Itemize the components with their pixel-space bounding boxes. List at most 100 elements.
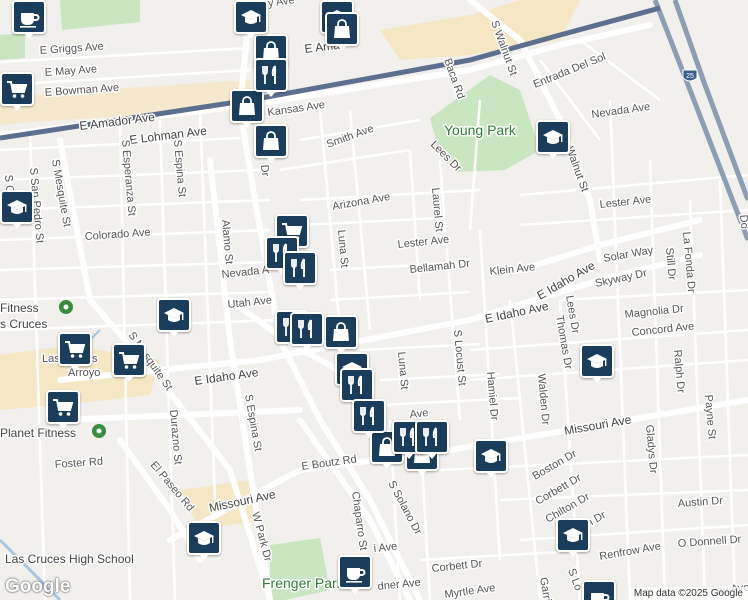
school-marker[interactable] [157, 298, 191, 337]
shopping-bag-icon [334, 19, 350, 38]
fork-knife-icon [262, 65, 276, 84]
shopping-marker[interactable] [254, 124, 288, 163]
street-label-luna-n: Luna St [335, 229, 350, 268]
interstate-shield: 25 [682, 69, 698, 82]
street-label-gladys: Gladys Dr [643, 424, 659, 474]
grocery-marker[interactable] [46, 390, 80, 429]
restaurant-marker[interactable] [352, 399, 386, 438]
street-label-s-walnut-n: S Walnut St [488, 19, 519, 77]
street-label-foster: Foster Rd [54, 456, 103, 471]
street-label-el-paseo: El Paseo Rd [148, 459, 197, 514]
street-label-payne: Payne St [702, 394, 718, 440]
street-label-la-fonda: La Fonda Dr [680, 231, 697, 293]
shopping-cart-icon [119, 352, 140, 369]
street-label-concord: Concord Ave [631, 320, 695, 338]
cafe-marker[interactable] [338, 555, 372, 594]
fitness-poi-icon[interactable] [59, 300, 73, 314]
street-label-s-mesquite: S Mesquite St [49, 158, 73, 228]
coffee-cup-icon [591, 593, 610, 600]
graduation-cap-icon [543, 130, 563, 144]
grocery-marker[interactable] [0, 72, 34, 111]
street-label-lester-e: Lester Ave [599, 194, 652, 211]
street-label-arizona: Arizona Ave [331, 191, 391, 213]
graduation-cap-icon [563, 528, 583, 542]
street-label-walden: Walden Dr [535, 373, 551, 426]
street-label-missouri-w: Missouri Ave [208, 487, 278, 515]
street-label-s-espina-n: S Espina St [171, 139, 188, 197]
street-label-colorado: Colorado Ave [84, 226, 151, 243]
street-label-e-bowman: E Bowman Ave [44, 82, 119, 99]
street-label-e-idaho-w: E Idaho Ave [193, 365, 259, 388]
street-label-nevada-w: Nevada A [221, 264, 270, 281]
map-attribution[interactable]: Map data ©2025 Google [628, 587, 748, 600]
map-canvas[interactable]: E Griggs Ave E May Ave E Bowman Ave E Am… [0, 0, 748, 600]
street-label-lees-n: Lees Dr [428, 139, 464, 175]
street-label-luna-s: Luna St [395, 351, 410, 390]
street-label-kansas: Kansas Ave [267, 99, 326, 119]
street-label-renfrow: Renfrow Ave [598, 540, 661, 563]
school-marker[interactable] [187, 521, 221, 560]
graduation-cap-icon [241, 10, 261, 24]
street-label-dr-a: Dr [258, 164, 271, 177]
shopping-marker[interactable] [324, 315, 358, 354]
street-label-ave-small: Ave [409, 407, 429, 421]
street-label-s-espina-s: S Espina St [242, 393, 264, 452]
fork-knife-icon [298, 319, 312, 338]
shopping-marker[interactable] [325, 12, 359, 51]
street-label-laurel: Laurel St [429, 187, 445, 232]
graduation-cap-icon [7, 200, 27, 214]
young-park-label: Young Park [444, 122, 517, 138]
fork-knife-icon [423, 427, 437, 446]
street-label-i-ave: i Ave [373, 541, 398, 555]
street-label-still: Still Dr [663, 247, 678, 281]
school-marker[interactable] [0, 190, 34, 229]
fitness-poi-icon[interactable] [92, 424, 106, 438]
street-label-missouri-e: Missouri Ave [563, 412, 633, 438]
street-label-chaparro: Chaparro St [349, 491, 369, 551]
fork-knife-icon [291, 258, 305, 277]
street-label-skyway: Skyway Dr [594, 267, 648, 290]
restaurant-marker[interactable] [283, 251, 317, 290]
svg-text:25: 25 [686, 73, 694, 80]
school-marker[interactable] [556, 518, 590, 557]
grocery-marker[interactable] [58, 332, 92, 371]
fork-knife-icon [360, 406, 374, 425]
street-label-utah: Utah Ave [227, 294, 272, 311]
street-label-garris: Garris [537, 576, 554, 600]
planet-fitness-top-label-2: s Cruces [0, 317, 47, 331]
street-label-corbett-s: Corbett Dr [431, 558, 483, 575]
street-label-lester-w: Lester Ave [397, 234, 450, 251]
google-logo[interactable]: Google [5, 576, 70, 598]
shopping-bag-icon [263, 131, 279, 150]
street-label-solar-way: Solar Way [602, 244, 654, 265]
school-marker[interactable] [234, 0, 268, 39]
street-label-e-amador: E Amador Ave [79, 110, 156, 133]
street-label-e-lohman: E Lohman Ave [129, 124, 208, 147]
restaurant-marker[interactable] [290, 312, 324, 351]
shopping-cart-icon [53, 399, 74, 416]
shopping-bag-icon [333, 322, 349, 341]
shopping-marker[interactable] [230, 89, 264, 128]
cafe-marker[interactable] [12, 0, 46, 39]
grocery-marker[interactable] [112, 343, 146, 382]
street-label-idner: dner Ave [377, 577, 421, 593]
cafe-marker[interactable] [582, 580, 616, 600]
street-label-w-park: W Park Dr [249, 511, 274, 563]
graduation-cap-icon [164, 308, 184, 322]
street-label-smith: Smith Ave [325, 123, 375, 151]
street-label-s-esperanza: S Esperanza St [119, 139, 138, 216]
street-label-baca: Baca Rd [441, 57, 467, 101]
restaurant-marker[interactable] [254, 58, 288, 97]
school-marker[interactable] [580, 344, 614, 383]
street-label-alamo: Alamo St [219, 219, 235, 265]
planet-fitness-top-label: Fitness [0, 301, 39, 315]
shopping-bag-icon [239, 96, 255, 115]
street-label-austin: Austin Dr [677, 495, 723, 510]
school-marker[interactable] [536, 120, 570, 159]
school-marker[interactable] [474, 439, 508, 478]
restaurant-marker[interactable] [340, 368, 374, 407]
street-label-magnolia: Magnolia Dr [624, 303, 685, 321]
restaurant-marker[interactable] [415, 420, 449, 459]
frenger-park-label: Frenger Park [262, 575, 345, 591]
street-label-s-solano: S Solano Dr [385, 479, 424, 537]
